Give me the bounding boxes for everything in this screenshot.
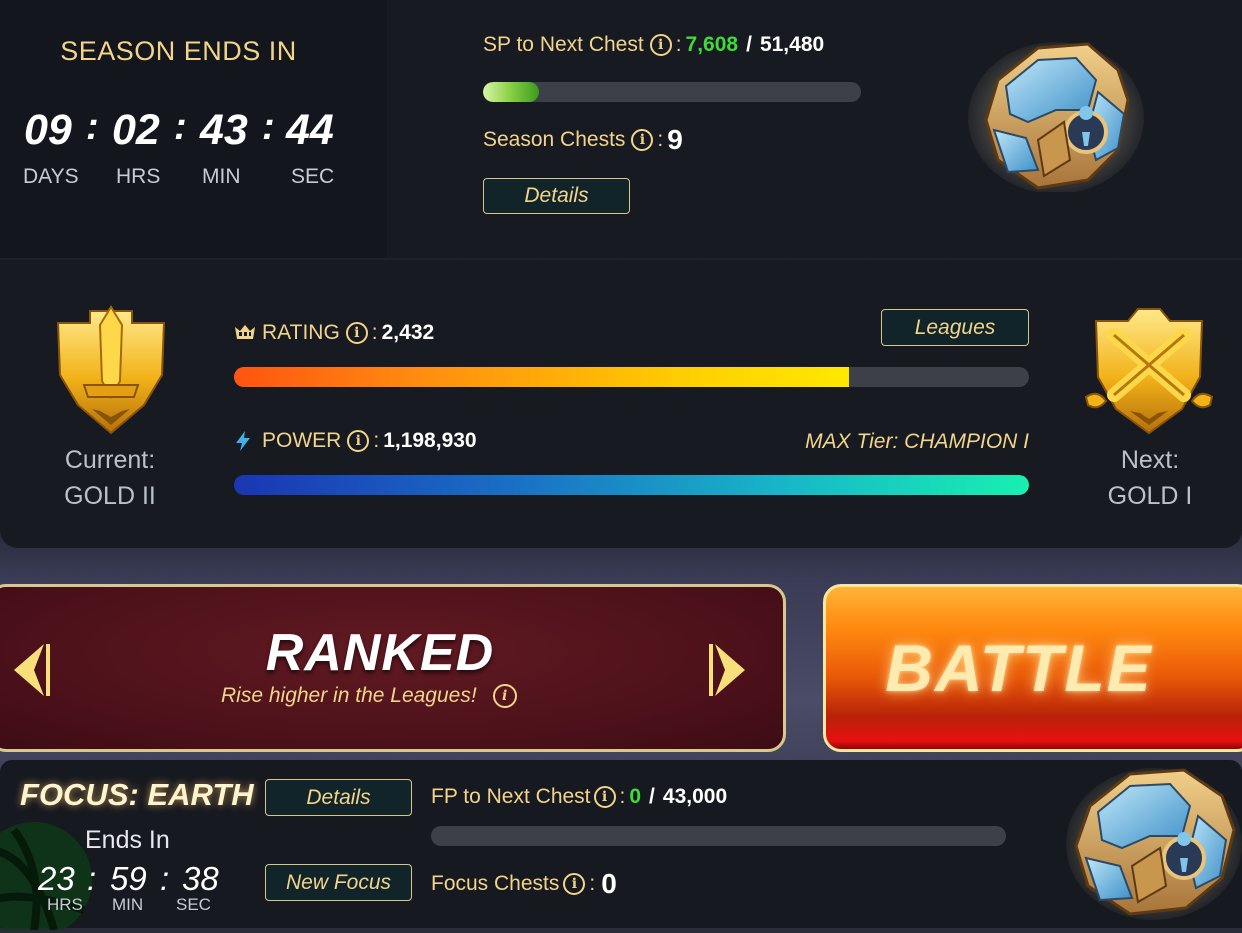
season-title: SEASON ENDS IN bbox=[60, 36, 297, 66]
countdown-separator: : bbox=[174, 106, 187, 148]
season-chests-label: Season Chests bbox=[483, 128, 626, 151]
rating-progress-bar bbox=[234, 367, 1029, 387]
focus-ends-in: Ends In bbox=[85, 826, 170, 854]
rating-value: 2,432 bbox=[381, 321, 435, 344]
fp-slash: / bbox=[649, 785, 655, 808]
max-tier: MAX Tier: CHAMPION I bbox=[805, 430, 1029, 453]
info-icon[interactable]: i bbox=[563, 873, 586, 895]
mode-title: RANKED bbox=[265, 624, 495, 682]
new-focus-button[interactable]: New Focus bbox=[265, 864, 412, 901]
unit-sec: SEC bbox=[291, 165, 335, 188]
focus-chest-icon bbox=[1066, 768, 1242, 920]
power-colon: : bbox=[373, 429, 380, 452]
focus-countdown-min: 59 bbox=[110, 860, 147, 897]
unit-hrs: HRS bbox=[116, 165, 161, 188]
gold-next-league-badge-icon bbox=[1084, 308, 1214, 435]
previous-mode-arrow-icon[interactable] bbox=[10, 640, 54, 700]
focus-countdown-hrs: 23 bbox=[38, 860, 75, 897]
leagues-button-label: Leagues bbox=[914, 315, 996, 339]
countdown-separator: : bbox=[87, 860, 97, 897]
sp-progress-fill bbox=[483, 82, 539, 102]
countdown-days: 09 bbox=[24, 106, 72, 154]
focus-details-button[interactable]: Details bbox=[265, 779, 412, 816]
new-focus-label: New Focus bbox=[285, 870, 392, 894]
fp-label-text: FP to Next Chest bbox=[431, 785, 591, 808]
power-value: 1,198,930 bbox=[383, 429, 477, 452]
season-chest-icon bbox=[968, 42, 1144, 192]
focus-chests-count: 0 bbox=[601, 868, 617, 899]
countdown-separator: : bbox=[160, 860, 170, 897]
info-icon[interactable]: i bbox=[631, 129, 654, 151]
gold-league-badge-icon bbox=[56, 305, 166, 435]
power-progress-fill bbox=[234, 475, 1029, 495]
focus-details-label: Details bbox=[306, 785, 371, 809]
mode-subtitle-text: Rise higher in the Leagues! bbox=[221, 684, 477, 707]
countdown-hrs: 02 bbox=[112, 106, 160, 154]
info-icon[interactable]: i bbox=[345, 322, 368, 344]
focus-title: FOCUS: EARTH bbox=[20, 777, 254, 812]
info-icon[interactable]: i bbox=[492, 684, 517, 708]
lightning-icon bbox=[236, 431, 250, 451]
next-rank-value: GOLD I bbox=[1107, 482, 1193, 510]
power-progress-bar bbox=[234, 475, 1029, 495]
season-chests: Season Chests i : 9 bbox=[483, 124, 683, 155]
unit-min: MIN bbox=[202, 165, 241, 188]
ranked-mode-panel[interactable]: RANKED Rise higher in the Leagues! i bbox=[0, 584, 786, 752]
focus-unit-hrs: HRS bbox=[47, 895, 83, 914]
next-rank: Next: GOLD I bbox=[1090, 442, 1210, 514]
fp-progress-bar bbox=[431, 826, 1006, 846]
season-timer-box: SEASON ENDS IN 09 : 02 : 43 : 44 DAYS HR… bbox=[0, 0, 387, 258]
countdown-separator: : bbox=[86, 106, 99, 148]
sp-target: 51,480 bbox=[759, 33, 825, 56]
leagues-button[interactable]: Leagues bbox=[881, 309, 1029, 346]
sp-current: 7,608 bbox=[685, 33, 739, 56]
info-icon[interactable]: i bbox=[593, 786, 616, 808]
unit-days: DAYS bbox=[23, 165, 79, 188]
focus-chests-label: Focus Chests bbox=[431, 872, 560, 895]
countdown-min: 43 bbox=[200, 106, 248, 154]
info-icon[interactable]: i bbox=[347, 430, 370, 452]
season-details-label: Details bbox=[524, 184, 589, 207]
focus-chests: Focus Chests i : 0 bbox=[431, 868, 617, 899]
season-details-button[interactable]: Details bbox=[483, 178, 630, 214]
fp-to-next-chest: FP to Next Chest i : 0 / 43,000 bbox=[431, 785, 728, 808]
mode-subtitle: Rise higher in the Leagues! i bbox=[221, 684, 521, 708]
current-rank-label: Current: bbox=[64, 446, 156, 474]
rating-colon: : bbox=[371, 321, 378, 344]
power-stat: POWER i : 1,198,930 bbox=[234, 429, 477, 453]
battle-button[interactable]: BATTLE bbox=[823, 584, 1242, 752]
countdown-sec: 44 bbox=[286, 106, 334, 154]
countdown-separator: : bbox=[262, 106, 275, 148]
focus-unit-min: MIN bbox=[112, 895, 144, 914]
rating-stat: RATING i : 2,432 bbox=[234, 321, 434, 345]
sp-slash: / bbox=[746, 33, 752, 56]
rating-label: RATING bbox=[262, 321, 340, 344]
power-label: POWER bbox=[262, 429, 342, 452]
next-mode-arrow-icon[interactable] bbox=[705, 640, 749, 700]
fp-target: 43,000 bbox=[662, 785, 728, 808]
fp-current: 0 bbox=[629, 785, 642, 808]
sp-progress-bar bbox=[483, 82, 861, 102]
focus-countdown-sec: 38 bbox=[182, 860, 219, 897]
sp-label-text: SP to Next Chest bbox=[483, 33, 644, 56]
sp-to-next-chest: SP to Next Chest i : 7,608 / 51,480 bbox=[483, 33, 825, 56]
crown-icon bbox=[235, 325, 255, 339]
current-rank: Current: GOLD II bbox=[50, 442, 170, 514]
battle-label: BATTLE bbox=[885, 631, 1153, 705]
season-chests-count: 9 bbox=[667, 124, 683, 155]
next-rank-label: Next: bbox=[1120, 446, 1180, 474]
current-rank-value: GOLD II bbox=[64, 482, 156, 510]
rating-progress-fill bbox=[234, 367, 850, 387]
focus-unit-sec: SEC bbox=[176, 895, 211, 914]
league-panel bbox=[0, 260, 1242, 548]
info-icon[interactable]: i bbox=[649, 34, 672, 56]
